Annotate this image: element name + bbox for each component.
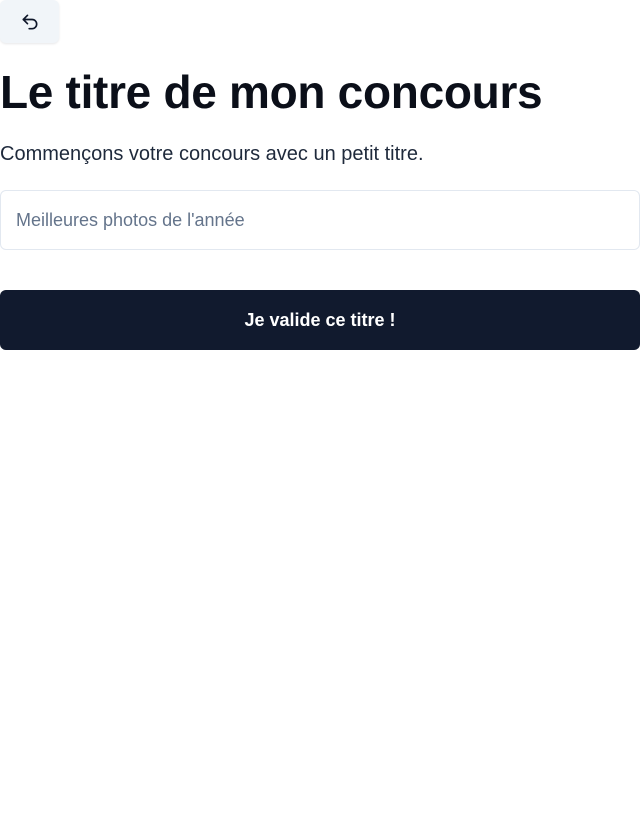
validate-title-button[interactable]: Je valide ce titre ! [0,290,640,350]
contest-title-input[interactable] [0,190,640,250]
page-title: Le titre de mon concours [0,66,543,118]
undo-icon [20,12,40,32]
back-button[interactable] [0,0,59,43]
page-subtitle: Commençons votre concours avec un petit … [0,143,424,165]
